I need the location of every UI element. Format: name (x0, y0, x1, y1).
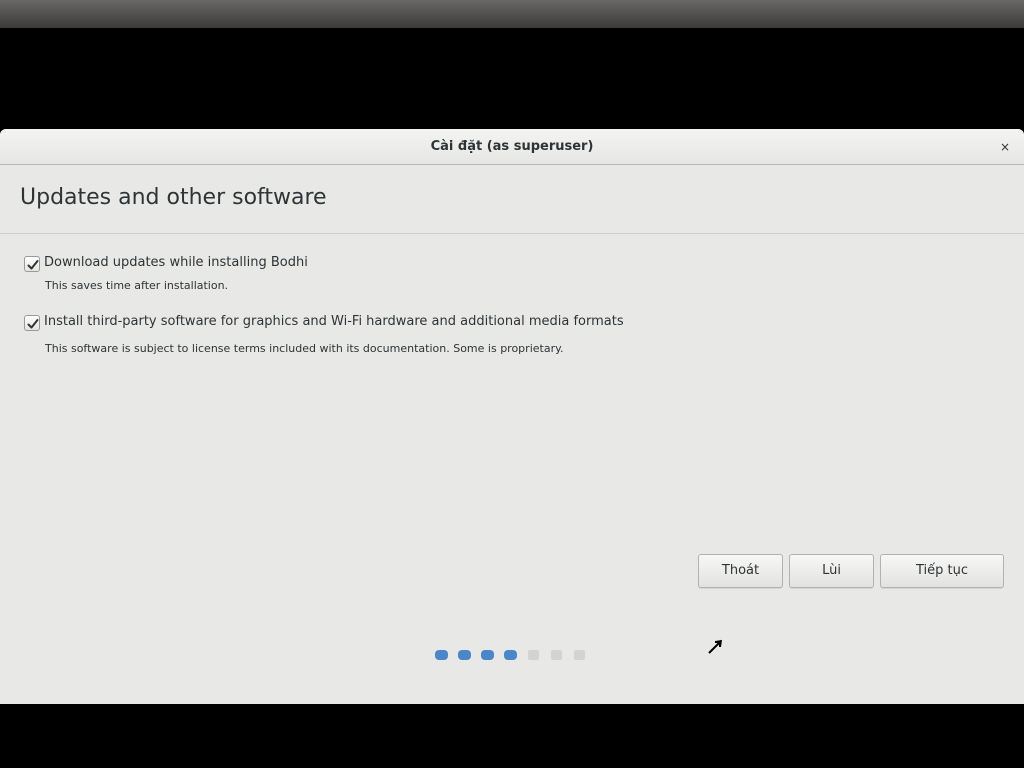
back-button[interactable]: Lùi (789, 554, 874, 588)
progress-dot (528, 650, 539, 660)
progress-dot (551, 650, 562, 660)
window-title: Cài đặt (as superuser) (430, 139, 594, 154)
mouse-pointer-icon (707, 637, 725, 659)
step-progress-indicator (435, 650, 595, 662)
download-updates-checkbox[interactable] (24, 256, 40, 272)
page-title: Updates and other software (20, 185, 327, 210)
progress-dot (574, 650, 585, 660)
third-party-software-checkbox[interactable] (24, 315, 40, 331)
continue-button[interactable]: Tiếp tục (880, 554, 1004, 588)
checkmark-icon (27, 319, 39, 329)
installer-window: Cài đặt (as superuser) × Updates and oth… (0, 129, 1024, 704)
third-party-software-description: This software is subject to license term… (45, 342, 564, 355)
download-updates-description: This saves time after installation. (45, 279, 229, 292)
quit-button[interactable]: Thoát (698, 554, 783, 588)
window-titlebar: Cài đặt (as superuser) × (0, 129, 1024, 165)
top-panel (0, 0, 1024, 28)
progress-dot (504, 650, 517, 660)
download-updates-label[interactable]: Download updates while installing Bodhi (44, 255, 308, 270)
header-divider (0, 233, 1024, 234)
third-party-software-label[interactable]: Install third-party software for graphic… (44, 314, 624, 329)
progress-dot (458, 650, 471, 660)
progress-dot (481, 650, 494, 660)
close-icon[interactable]: × (996, 138, 1014, 156)
progress-dot (435, 650, 448, 660)
checkmark-icon (27, 260, 39, 270)
